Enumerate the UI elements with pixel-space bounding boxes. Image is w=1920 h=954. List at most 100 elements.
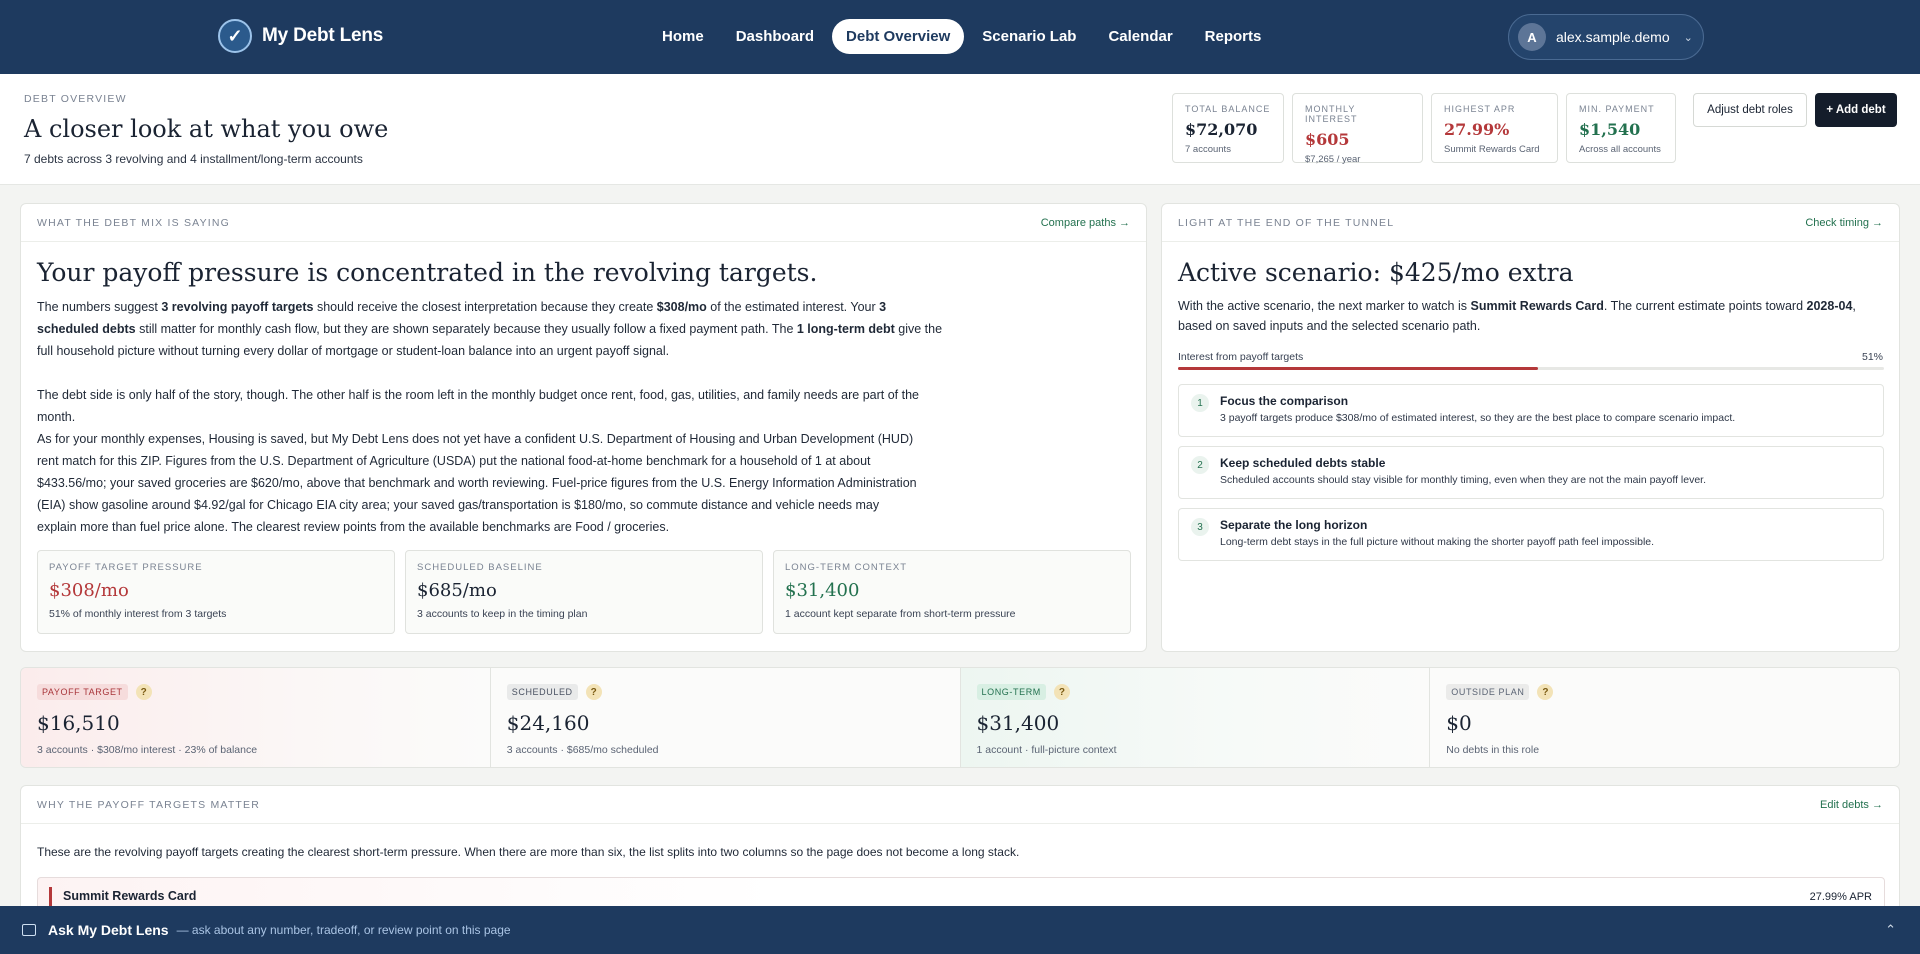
nav-link-home[interactable]: Home [648,19,718,54]
step-desc: Long-term debt stays in the full picture… [1220,536,1655,548]
role-long-term[interactable]: LONG-TERM ? $31,400 1 account · full-pic… [960,668,1431,767]
panel-header: WHY THE PAYOFF TARGETS MATTER Edit debts… [21,786,1899,824]
progress-value: 51% [1861,351,1883,363]
progress-label-row: Interest from payoff targets 51% [1178,351,1883,363]
step-desc: Scheduled accounts should stay visible f… [1220,474,1706,486]
panel-header: WHAT THE DEBT MIX IS SAYING Compare path… [21,204,1146,242]
stat-label: TOTAL BALANCE [1185,104,1271,114]
nav-link-calendar[interactable]: Calendar [1094,19,1186,54]
step-separate-long-horizon: 3 Separate the long horizon Long-term de… [1178,508,1884,561]
nav-link-scenario-lab[interactable]: Scenario Lab [968,19,1090,54]
debt-mix-paragraph-2: The debt side is only half of the story,… [37,388,919,424]
step-keep-scheduled: 2 Keep scheduled debts stable Scheduled … [1178,446,1884,499]
nav-link-reports[interactable]: Reports [1191,19,1276,54]
help-icon[interactable]: ? [1537,684,1554,700]
card-value: $685/mo [417,580,497,601]
card-value: $308/mo [49,580,129,601]
help-icon[interactable]: ? [585,684,602,700]
avatar: A [1518,23,1546,51]
role-sub: 3 accounts · $308/mo interest · 23% of b… [37,744,258,756]
compare-paths-link[interactable]: Compare paths → [1041,217,1130,229]
payoff-target-pressure-card: PAYOFF TARGET PRESSURE $308/mo 51% of mo… [37,550,395,634]
stat-total-balance: TOTAL BALANCE $72,070 7 accounts [1172,93,1284,163]
why-intro: These are the revolving payoff targets c… [37,845,1020,859]
debt-apr: 27.99% APR [1809,891,1872,903]
debt-mix-paragraph-1: The numbers suggest 3 revolving payoff t… [37,300,943,358]
long-term-context-card: LONG-TERM CONTEXT $31,400 1 account kept… [773,550,1131,634]
role-payoff-target[interactable]: PAYOFF TARGET ? $16,510 3 accounts · $30… [21,668,491,767]
debt-roles-strip: PAYOFF TARGET ? $16,510 3 accounts · $30… [20,667,1900,768]
step-number: 1 [1191,394,1209,412]
card-label: LONG-TERM CONTEXT [785,562,908,573]
role-sub: 1 account · full-picture context [976,744,1117,756]
role-outside-plan[interactable]: OUTSIDE PLAN ? $0 No debts in this role [1430,668,1899,767]
page-header: DEBT OVERVIEW A closer look at what you … [0,74,1920,185]
scheduled-baseline-card: SCHEDULED BASELINE $685/mo 3 accounts to… [405,550,763,634]
user-name: alex.sample.demo [1556,29,1670,45]
role-tag: SCHEDULED [506,684,578,700]
step-title: Focus the comparison [1220,394,1349,408]
stat-value: $1,540 [1579,120,1641,139]
stat-label: MIN. PAYMENT [1579,104,1655,114]
role-value: $16,510 [37,711,120,735]
add-debt-button[interactable]: + Add debt [1815,93,1897,127]
stat-highest-apr: HIGHEST APR 27.99% Summit Rewards Card [1431,93,1558,163]
adjust-debt-roles-button[interactable]: Adjust debt roles [1693,93,1807,127]
debt-mix-paragraph-3: As for your monthly expenses, Housing is… [37,432,917,534]
step-number: 2 [1191,456,1209,474]
step-number: 3 [1191,518,1209,536]
debt-mix-panel: WHAT THE DEBT MIX IS SAYING Compare path… [20,203,1147,652]
progress-label: Interest from payoff targets [1178,351,1304,363]
role-value: $0 [1446,711,1472,735]
user-menu[interactable]: A alex.sample.demo ⌄ [1508,14,1704,60]
nav-link-debt-overview[interactable]: Debt Overview [832,19,965,54]
chat-icon [22,924,36,936]
card-sub: 1 account kept separate from short-term … [785,608,1016,620]
stat-sub: $7,265 / year [1305,154,1361,165]
stat-value: $605 [1305,130,1350,149]
ask-bar[interactable]: Ask My Debt Lens — ask about any number,… [0,906,1920,954]
card-sub: 3 accounts to keep in the timing plan [417,608,588,620]
stat-label: HIGHEST APR [1444,104,1516,114]
edit-debts-link[interactable]: Edit debts → [1820,799,1883,811]
help-icon[interactable]: ? [1053,684,1070,700]
stat-sub: Summit Rewards Card [1444,144,1540,155]
stat-monthly-interest: MONTHLY INTEREST $605 $7,265 / year [1292,93,1423,165]
panel-eyebrow: WHY THE PAYOFF TARGETS MATTER [37,798,261,811]
progress-fill [1178,367,1539,370]
nav-link-dashboard[interactable]: Dashboard [722,19,828,54]
check-timing-link[interactable]: Check timing → [1805,217,1883,229]
ask-hint: — ask about any number, tradeoff, or rev… [176,923,511,937]
top-navigation: ✓ My Debt Lens Home Dashboard Debt Overv… [0,0,1920,74]
scenario-title: Active scenario: $425/mo extra [1178,258,1574,287]
role-tag: PAYOFF TARGET [37,684,128,700]
panel-eyebrow: LIGHT AT THE END OF THE TUNNEL [1178,216,1395,229]
role-sub: 3 accounts · $685/mo scheduled [506,744,659,756]
check-logo-icon: ✓ [218,19,252,53]
stat-sub: Across all accounts [1579,144,1661,155]
stat-value: 27.99% [1444,120,1510,139]
role-value: $24,160 [506,711,590,735]
ask-title: Ask My Debt Lens [48,922,169,938]
role-tag: LONG-TERM [976,684,1046,700]
stat-value: $72,070 [1185,120,1258,139]
role-scheduled[interactable]: SCHEDULED ? $24,160 3 accounts · $685/mo… [491,668,961,767]
chevron-up-icon[interactable]: ⌃ [1885,922,1896,938]
help-icon[interactable]: ? [135,684,152,700]
debt-name: Summit Rewards Card [63,889,197,903]
card-value: $31,400 [785,580,860,601]
brand[interactable]: ✓ My Debt Lens [218,19,383,53]
card-label: PAYOFF TARGET PRESSURE [49,562,203,573]
page-title: A closer look at what you owe [24,115,389,143]
panel-header: LIGHT AT THE END OF THE TUNNEL Check tim… [1162,204,1899,242]
interest-progress-bar [1178,367,1884,370]
nav-links: Home Dashboard Debt Overview Scenario La… [648,19,1275,54]
scenario-description: With the active scenario, the next marke… [1178,299,1856,333]
panel-eyebrow: WHAT THE DEBT MIX IS SAYING [37,216,231,229]
role-value: $31,400 [976,711,1060,735]
page-eyebrow: DEBT OVERVIEW [24,93,127,105]
step-focus-comparison: 1 Focus the comparison 3 payoff targets … [1178,384,1884,437]
step-desc: 3 payoff targets produce $308/mo of esti… [1220,412,1736,424]
card-label: SCHEDULED BASELINE [417,562,543,573]
page-subtitle: 7 debts across 3 revolving and 4 install… [24,152,363,166]
